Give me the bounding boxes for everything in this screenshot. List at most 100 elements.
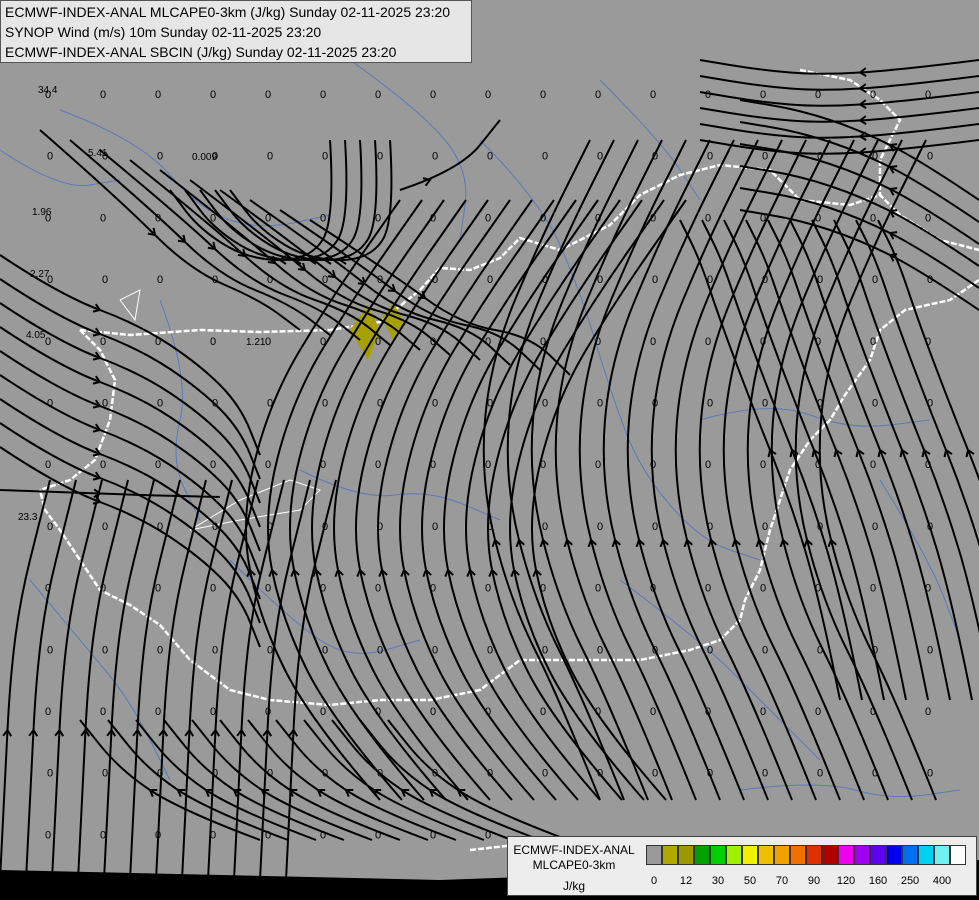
cin-zero-value: 0 bbox=[430, 706, 436, 718]
title-synop-wind: SYNOP Wind (m/s) 10m Sunday 02-11-2025 2… bbox=[5, 24, 322, 40]
cin-zero-value: 0 bbox=[265, 583, 271, 595]
cin-zero-value: 0 bbox=[927, 644, 933, 656]
cin-zero-value: 0 bbox=[210, 829, 216, 841]
cin-zero-value: 0 bbox=[155, 706, 161, 718]
cin-zero-value: 0 bbox=[212, 644, 218, 656]
cin-zero-value: 0 bbox=[265, 212, 271, 224]
cin-zero-value: 0 bbox=[925, 336, 931, 348]
cin-zero-value: 0 bbox=[155, 336, 161, 348]
cin-zero-value: 0 bbox=[322, 891, 328, 900]
cin-zero-value: 0 bbox=[377, 521, 383, 533]
cin-zero-value: 0 bbox=[652, 768, 658, 780]
cin-zero-value: 0 bbox=[705, 583, 711, 595]
legend-swatch bbox=[822, 845, 838, 865]
cin-zero-value: 0 bbox=[377, 151, 383, 163]
legend-swatch bbox=[758, 845, 774, 865]
cin-zero-value: 0 bbox=[265, 706, 271, 718]
cin-zero-value: 0 bbox=[375, 706, 381, 718]
cin-zero-value: 0 bbox=[212, 274, 218, 286]
cin-zero-value: 0 bbox=[377, 891, 383, 900]
cin-zero-value: 0 bbox=[430, 336, 436, 348]
cin-zero-value: 0 bbox=[102, 274, 108, 286]
cin-zero-value: 0 bbox=[595, 583, 601, 595]
cin-zero-value: 0 bbox=[597, 274, 603, 286]
cin-zero-value: 0 bbox=[157, 891, 163, 900]
cin-zero-value: 0 bbox=[597, 644, 603, 656]
cin-zero-value: 0 bbox=[375, 459, 381, 471]
legend-tick-label: 50 bbox=[743, 875, 757, 887]
cin-zero-value: 0 bbox=[487, 398, 493, 410]
cin-zero-value: 0 bbox=[377, 768, 383, 780]
cin-zero-value: 0 bbox=[157, 151, 163, 163]
cin-zero-value: 0 bbox=[212, 768, 218, 780]
cin-zero-value: 0 bbox=[267, 891, 273, 900]
cin-zero-value: 0 bbox=[650, 706, 656, 718]
cin-zero-value: 0 bbox=[815, 459, 821, 471]
legend-tick-label: 160 bbox=[868, 875, 888, 887]
cin-zero-value: 0 bbox=[45, 706, 51, 718]
cin-zero-value: 0 bbox=[760, 459, 766, 471]
cin-zero-value: 0 bbox=[432, 521, 438, 533]
cin-zero-value: 0 bbox=[925, 459, 931, 471]
cin-zero-value: 0 bbox=[652, 644, 658, 656]
map-title-box: ECMWF-INDEX-ANAL MLCAPE0-3km (J/kg) Sund… bbox=[0, 0, 472, 63]
color-legend: ECMWF-INDEX-ANAL MLCAPE0-3km J/kg 0 12 30 5… bbox=[507, 836, 977, 896]
cin-zero-value: 0 bbox=[872, 521, 878, 533]
cin-zero-value: 0 bbox=[650, 89, 656, 101]
cin-zero-value: 0 bbox=[817, 521, 823, 533]
legend-swatch bbox=[806, 845, 822, 865]
legend-tick-label: 12 bbox=[679, 875, 693, 887]
cin-zero-value: 0 bbox=[705, 459, 711, 471]
cin-zero-value: 0 bbox=[47, 644, 53, 656]
cin-zero-value: 0 bbox=[487, 768, 493, 780]
legend-tick-label: 30 bbox=[711, 875, 725, 887]
cin-zero-value: 0 bbox=[212, 398, 218, 410]
cin-zero-value: 0 bbox=[432, 891, 438, 900]
legend-swatch bbox=[774, 845, 790, 865]
cin-zero-value: 0 bbox=[705, 706, 711, 718]
legend-swatch bbox=[902, 845, 918, 865]
cin-zero-value: 0 bbox=[487, 151, 493, 163]
cin-zero-value: 0 bbox=[595, 459, 601, 471]
cin-zero-value: 0 bbox=[432, 398, 438, 410]
cin-zero-value: 0 bbox=[322, 644, 328, 656]
cin-zero-value: 0 bbox=[320, 459, 326, 471]
cin-zero-value: 0 bbox=[542, 644, 548, 656]
cin-zero-value: 0 bbox=[540, 212, 546, 224]
cin-zero-value: 0 bbox=[815, 706, 821, 718]
cin-zero-value: 0 bbox=[762, 768, 768, 780]
cin-zero-value: 0 bbox=[265, 336, 271, 348]
cin-zero-value: 0 bbox=[870, 583, 876, 595]
cin-zero-value: 0 bbox=[47, 891, 53, 900]
cin-zero-value: 0 bbox=[760, 706, 766, 718]
cin-zero-value: 0 bbox=[432, 768, 438, 780]
cin-zero-value: 0 bbox=[322, 768, 328, 780]
cin-zero-value: 0 bbox=[542, 151, 548, 163]
cin-zero-value: 0 bbox=[267, 768, 273, 780]
cin-zero-value: 0 bbox=[100, 829, 106, 841]
cin-zero-value: 0 bbox=[155, 459, 161, 471]
cin-zero-value: 0 bbox=[927, 521, 933, 533]
cin-zero-value: 0 bbox=[925, 583, 931, 595]
cin-zero-value: 0 bbox=[485, 336, 491, 348]
cin-zero-value: 0 bbox=[705, 89, 711, 101]
cin-zero-value: 0 bbox=[432, 274, 438, 286]
cin-zero-value: 0 bbox=[267, 398, 273, 410]
cin-zero-value: 0 bbox=[872, 768, 878, 780]
legend-swatch bbox=[662, 845, 678, 865]
cin-zero-value: 0 bbox=[432, 644, 438, 656]
cin-zero-value: 0 bbox=[47, 398, 53, 410]
cin-zero-value: 0 bbox=[100, 212, 106, 224]
cin-value-label: 5.41 bbox=[88, 148, 108, 159]
cin-zero-value: 0 bbox=[652, 151, 658, 163]
cin-zero-value: 0 bbox=[597, 521, 603, 533]
legend-tick-labels: 0 12 30 50 70 90 120 160 250 400 bbox=[646, 875, 976, 889]
cin-zero-value: 0 bbox=[925, 212, 931, 224]
legend-swatch bbox=[646, 845, 662, 865]
cin-zero-value: 0 bbox=[815, 89, 821, 101]
cin-zero-value: 0 bbox=[322, 398, 328, 410]
cin-zero-value: 0 bbox=[320, 336, 326, 348]
cin-zero-value: 0 bbox=[267, 274, 273, 286]
cin-zero-value: 0 bbox=[320, 212, 326, 224]
cin-zero-value: 0 bbox=[320, 89, 326, 101]
